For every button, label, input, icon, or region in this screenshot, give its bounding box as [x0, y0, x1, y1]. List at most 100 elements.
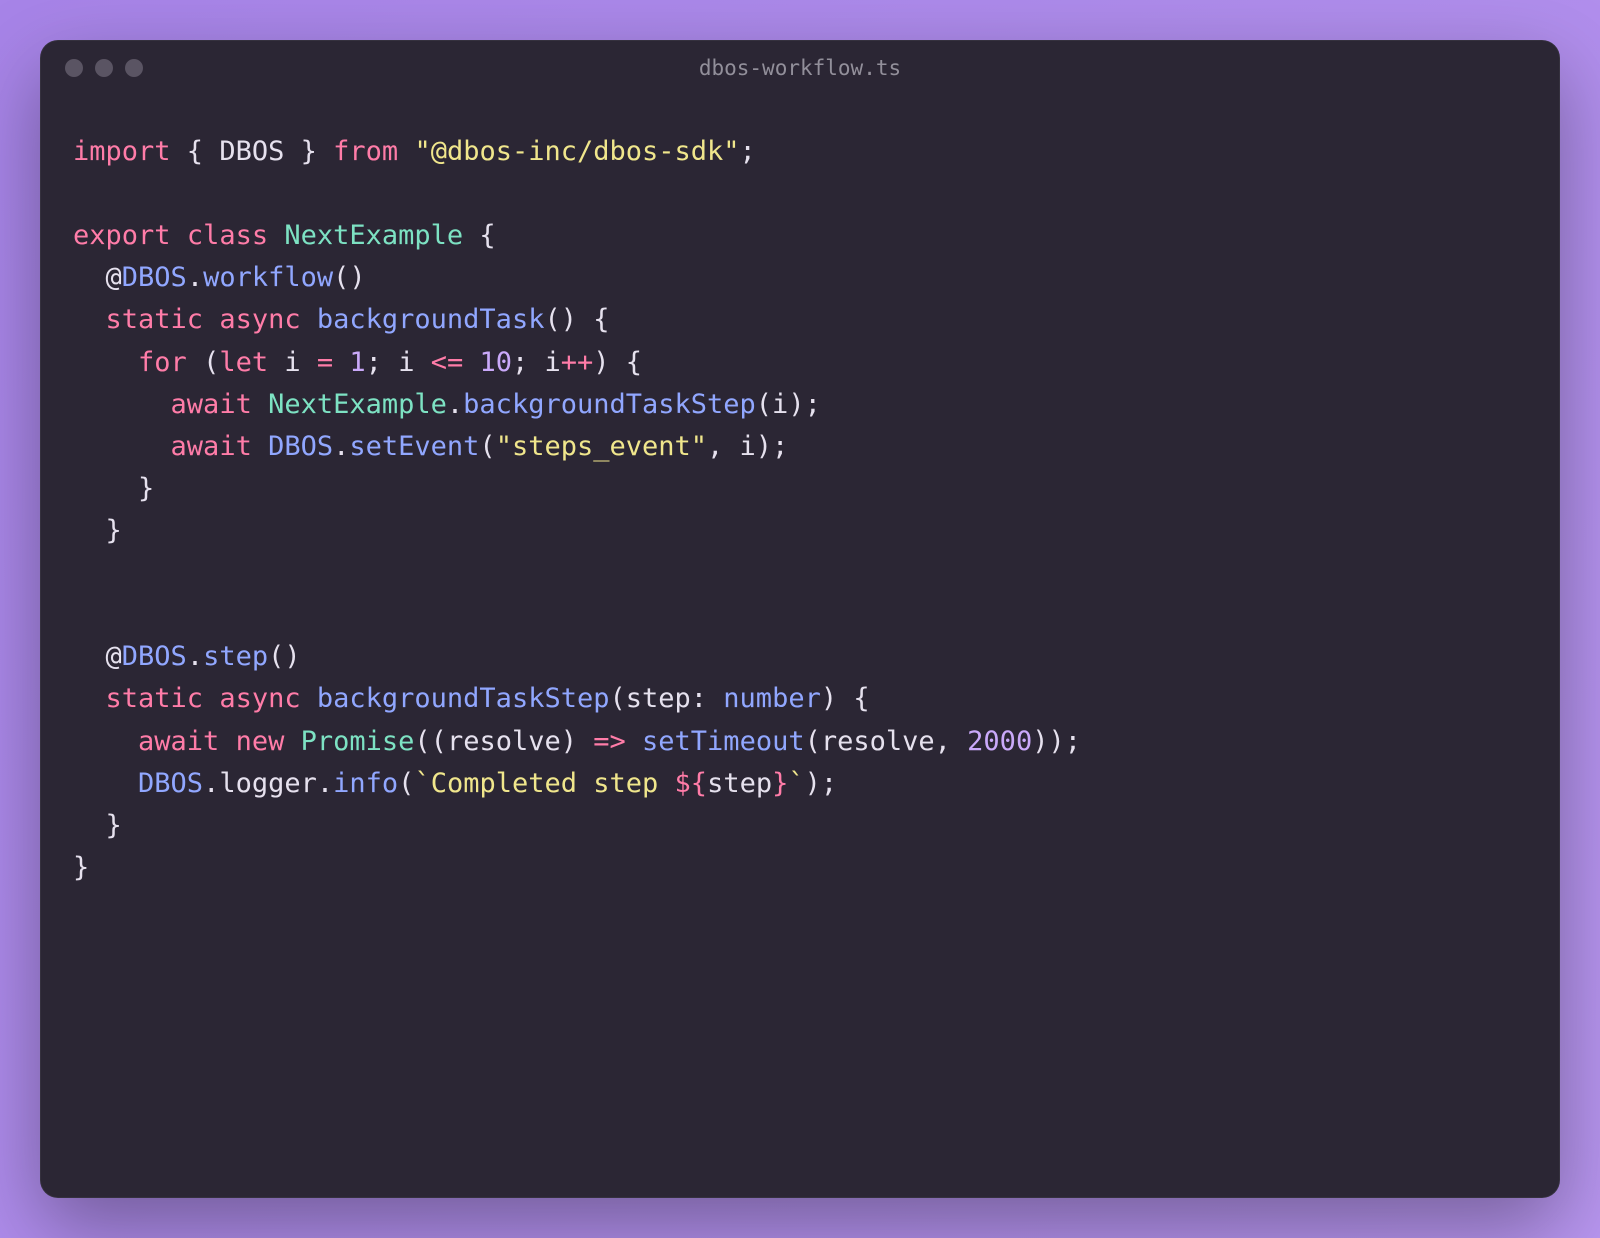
dot: . — [187, 641, 203, 672]
dot: . — [333, 431, 349, 462]
keyword-from: from — [333, 136, 398, 167]
indent — [73, 304, 106, 335]
keyword-for: for — [138, 347, 187, 378]
string-module: "@dbos-inc/dbos-sdk" — [414, 136, 739, 167]
paren-open: ( — [479, 431, 495, 462]
keyword-await: await — [171, 431, 252, 462]
semicolon: ; — [740, 136, 756, 167]
var-i: i — [545, 347, 561, 378]
method-backgroundtaskstep: backgroundTaskStep — [317, 683, 610, 714]
arg-resolve: resolve — [821, 726, 935, 757]
titlebar: dbos-workflow.ts — [41, 41, 1559, 91]
paren-open: ( — [756, 389, 772, 420]
brace-close: } — [106, 515, 122, 546]
decorator-at: @ — [106, 262, 122, 293]
keyword-await: await — [138, 726, 219, 757]
paren: () — [268, 641, 301, 672]
class-name: NextExample — [284, 220, 463, 251]
indent — [73, 347, 138, 378]
interp-open: ${ — [675, 768, 708, 799]
dot: . — [187, 262, 203, 293]
backtick: ` — [414, 768, 430, 799]
paren-close: )); — [1032, 726, 1081, 757]
arg-i: i — [740, 431, 756, 462]
indent — [73, 641, 106, 672]
var-i: i — [268, 347, 317, 378]
string-steps-event: "steps_event" — [496, 431, 707, 462]
dot: . — [203, 768, 219, 799]
brace-close: } — [73, 852, 89, 883]
paren-close: ); — [756, 431, 789, 462]
keyword-await: await — [171, 389, 252, 420]
semi: ; — [366, 347, 399, 378]
param-step: step — [626, 683, 691, 714]
decorator-workflow: workflow — [203, 262, 333, 293]
paren-brace: ) { — [593, 347, 642, 378]
decorator-step: step — [203, 641, 268, 672]
method-backgroundtaskstep: backgroundTaskStep — [463, 389, 756, 420]
indent — [73, 768, 138, 799]
decorator-dbos: DBOS — [122, 262, 187, 293]
minimize-dot[interactable] — [95, 59, 113, 77]
space — [626, 726, 642, 757]
paren-open: ( — [609, 683, 625, 714]
keyword-import: import — [73, 136, 171, 167]
class-promise: Promise — [301, 726, 415, 757]
paren-mid: ) — [561, 726, 594, 757]
method-backgroundtask: backgroundTask — [317, 304, 545, 335]
code-area[interactable]: import { DBOS } from "@dbos-inc/dbos-sdk… — [41, 91, 1559, 1197]
arg-i: i — [772, 389, 788, 420]
number-1: 1 — [333, 347, 366, 378]
indent — [73, 473, 138, 504]
paren-close: ); — [788, 389, 821, 420]
dbos-ref: DBOS — [252, 431, 333, 462]
paren-brace: () { — [544, 304, 609, 335]
var-i: i — [398, 347, 431, 378]
op-assign: = — [317, 347, 333, 378]
keyword-let: let — [219, 347, 268, 378]
keyword-static: static — [106, 683, 204, 714]
brace-close: } — [284, 136, 333, 167]
keyword-async: async — [219, 683, 300, 714]
maximize-dot[interactable] — [125, 59, 143, 77]
semi: ; — [512, 347, 545, 378]
traffic-lights — [65, 59, 143, 77]
editor-window: dbos-workflow.ts import { DBOS } from "@… — [40, 40, 1560, 1198]
interp-var: step — [707, 768, 772, 799]
space — [398, 136, 414, 167]
interp-close: } — [772, 768, 788, 799]
op-lte: <= — [431, 347, 464, 378]
template-text: Completed step — [431, 768, 675, 799]
dot: . — [447, 389, 463, 420]
keyword-class: class — [187, 220, 268, 251]
method-info: info — [333, 768, 398, 799]
op-inc: ++ — [561, 347, 594, 378]
indent — [73, 389, 171, 420]
paren-open: ( — [805, 726, 821, 757]
indent — [73, 262, 106, 293]
paren-open: ( — [187, 347, 220, 378]
close-dot[interactable] — [65, 59, 83, 77]
keyword-async: async — [219, 304, 300, 335]
indent — [73, 810, 106, 841]
brace-open: { — [171, 136, 220, 167]
paren-open: (( — [414, 726, 447, 757]
indent — [73, 431, 171, 462]
fn-settimeout: setTimeout — [642, 726, 805, 757]
dbos-ref: DBOS — [138, 768, 203, 799]
keyword-static: static — [106, 304, 204, 335]
class-ref: NextExample — [252, 389, 447, 420]
paren-open: ( — [398, 768, 414, 799]
brace-close: } — [138, 473, 154, 504]
number-2000: 2000 — [967, 726, 1032, 757]
number-10: 10 — [463, 347, 512, 378]
paren-close: ); — [805, 768, 838, 799]
prop-logger: logger — [219, 768, 317, 799]
window-title: dbos-workflow.ts — [41, 56, 1559, 80]
indent — [73, 515, 106, 546]
indent — [73, 726, 138, 757]
brace: { — [463, 220, 496, 251]
comma: , — [707, 431, 740, 462]
identifier-dbos: DBOS — [219, 136, 284, 167]
decorator-at: @ — [106, 641, 122, 672]
